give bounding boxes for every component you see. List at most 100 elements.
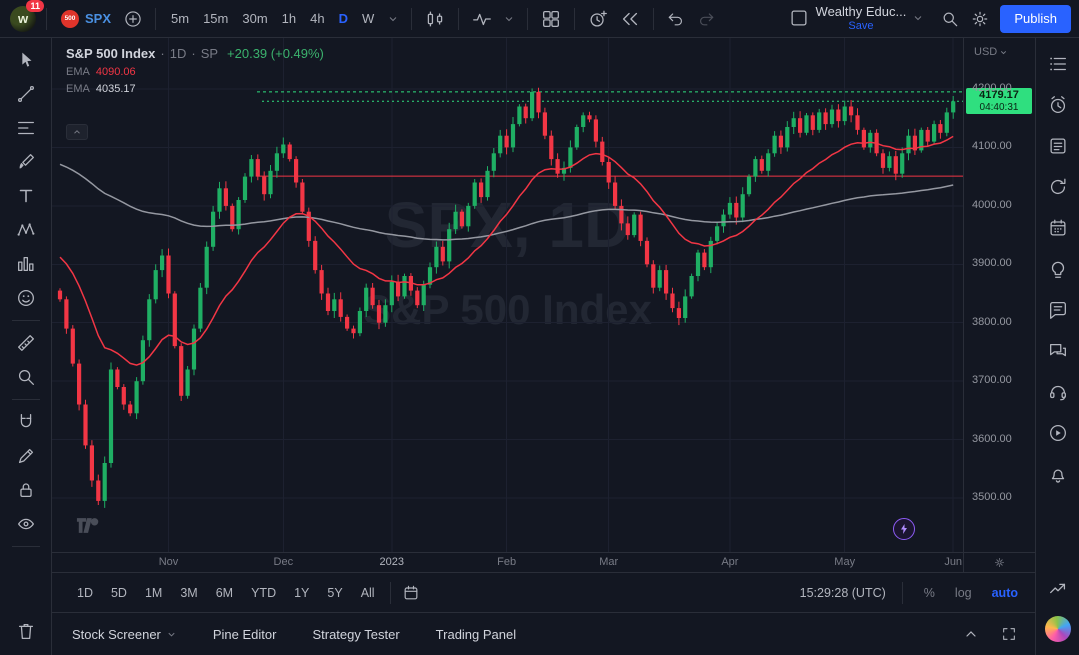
panel-tab-trading-panel[interactable]: Trading Panel — [436, 627, 516, 642]
publish-button[interactable]: Publish — [1000, 4, 1071, 33]
ema-fast-legend[interactable]: EMA 4090.06 — [66, 66, 324, 78]
templates-grid-icon — [540, 8, 562, 30]
brush-icon — [15, 151, 37, 173]
indicator-templates-button[interactable] — [536, 4, 566, 34]
sidebar-hotlists-button[interactable] — [1041, 171, 1075, 203]
log-scale-button[interactable]: log — [950, 583, 977, 603]
range-5D[interactable]: 5D — [102, 582, 136, 604]
chart-plot[interactable]: SPX, 1D S&P 500 Index S&P 500 Index · 1D… — [52, 38, 963, 552]
layout-menu[interactable]: Wealthy Educ... Save — [788, 4, 925, 32]
range-3M[interactable]: 3M — [171, 582, 206, 604]
percent-scale-button[interactable]: % — [919, 583, 940, 603]
sidebar-ai-button[interactable] — [1041, 613, 1075, 645]
panel-maximize-button[interactable] — [997, 622, 1021, 646]
tool-emoji[interactable] — [7, 282, 45, 314]
sidebar-conversations-button[interactable] — [1041, 335, 1075, 367]
compare-button[interactable] — [119, 5, 147, 33]
settings-button[interactable] — [966, 5, 994, 33]
timeframe-15m[interactable]: 15m — [196, 7, 235, 30]
symbol-search-button[interactable]: 500 SPX — [55, 9, 117, 28]
bar-replay-button[interactable] — [615, 4, 645, 34]
range-1Y[interactable]: 1Y — [285, 582, 318, 604]
legend-collapse-button[interactable] — [66, 124, 88, 140]
timeframe-5m[interactable]: 5m — [164, 7, 196, 30]
timeframe-30m[interactable]: 30m — [235, 7, 274, 30]
bottom-panel-tabs: Stock Screener Pine Editor Strategy Tester… — [72, 627, 516, 642]
sidebar-news-button[interactable] — [1041, 130, 1075, 162]
user-menu-button[interactable]: w 11 — [8, 0, 44, 34]
legend-symbol-title[interactable]: S&P 500 Index — [66, 46, 155, 61]
tool-cursor[interactable] — [7, 44, 45, 76]
panel-expand-button[interactable] — [959, 622, 983, 646]
clock-utc[interactable]: 15:29:28 (UTC) — [800, 586, 886, 600]
alert-clock-icon — [587, 8, 609, 30]
auto-scale-button[interactable]: auto — [987, 583, 1023, 603]
axis-settings-corner[interactable] — [963, 553, 1035, 572]
save-layout-button[interactable]: Save — [848, 20, 873, 32]
panel-tab-pine-editor[interactable]: Pine Editor — [213, 627, 277, 642]
range-1M[interactable]: 1M — [136, 582, 171, 604]
time-tick-Jun: Jun — [944, 556, 963, 568]
price-axis[interactable]: USD 4179.17 04:40:31 4200.00 4100.00 4000.… — [963, 38, 1035, 552]
notification-badge: 11 — [26, 0, 44, 12]
tool-eye[interactable] — [7, 508, 45, 540]
sidebar-markets-button[interactable] — [1041, 572, 1075, 604]
tool-trash[interactable] — [7, 615, 45, 647]
timeframe-4h[interactable]: 4h — [303, 7, 331, 30]
ema-slow-legend[interactable]: EMA 4035.17 — [66, 83, 324, 95]
create-alert-button[interactable] — [583, 4, 613, 34]
tradingview-watermark-logo — [76, 517, 102, 534]
timeframe-menu-button[interactable] — [383, 9, 403, 29]
indicators-button[interactable] — [467, 4, 497, 34]
range-5Y[interactable]: 5Y — [318, 582, 351, 604]
panel-tab-stock-screener[interactable]: Stock Screener — [72, 627, 177, 642]
tool-brush[interactable] — [7, 146, 45, 178]
sidebar-chat-button[interactable] — [1041, 294, 1075, 326]
chevron-up-icon — [963, 626, 979, 642]
quick-trade-flash-button[interactable] — [893, 518, 915, 540]
range-All[interactable]: All — [352, 582, 384, 604]
sidebar-support-button[interactable] — [1041, 376, 1075, 408]
sidebar-alerts-button[interactable] — [1041, 89, 1075, 121]
tool-fib-retracement[interactable] — [7, 112, 45, 144]
ema-slow-label: EMA — [66, 83, 90, 95]
sidebar-ideas-button[interactable] — [1041, 253, 1075, 285]
time-axis[interactable]: Nov Dec 2023 Feb Mar Apr May Jun — [52, 552, 1035, 572]
tool-forecast[interactable] — [7, 248, 45, 280]
panel-tab-strategy-tester[interactable]: Strategy Tester — [312, 627, 399, 642]
tool-measure[interactable] — [7, 327, 45, 359]
tool-lock[interactable] — [7, 474, 45, 506]
range-1D[interactable]: 1D — [68, 582, 102, 604]
tool-magnet[interactable] — [7, 406, 45, 438]
quick-search-button[interactable] — [936, 5, 964, 33]
time-tick-Mar: Mar — [599, 556, 619, 568]
goto-date-button[interactable] — [397, 579, 425, 607]
sidebar-calendar-button[interactable] — [1041, 212, 1075, 244]
chart-style-button[interactable] — [420, 4, 450, 34]
timeframe-W[interactable]: W — [355, 7, 381, 30]
range-6M[interactable]: 6M — [207, 582, 242, 604]
sidebar-notifications-button[interactable] — [1041, 458, 1075, 490]
text-icon — [15, 185, 37, 207]
xabcd-pattern-icon — [15, 219, 37, 241]
timeframe-1h[interactable]: 1h — [275, 7, 303, 30]
timeframe-D[interactable]: D — [332, 7, 355, 30]
tool-xabcd-pattern[interactable] — [7, 214, 45, 246]
range-YTD[interactable]: YTD — [242, 582, 285, 604]
indicators-menu-button[interactable] — [499, 9, 519, 29]
symbol-name: SPX — [85, 11, 112, 26]
tool-text[interactable] — [7, 180, 45, 212]
sidebar-watchlist-button[interactable] — [1041, 48, 1075, 80]
legend-interval[interactable]: 1D — [170, 46, 187, 61]
price-axis-currency[interactable]: USD — [974, 46, 1008, 58]
currency-label: USD — [974, 46, 998, 58]
support-icon — [1047, 381, 1069, 403]
tool-zoom[interactable] — [7, 361, 45, 393]
tool-trend-line[interactable] — [7, 78, 45, 110]
tool-draw[interactable] — [7, 440, 45, 472]
undo-button[interactable] — [662, 5, 690, 33]
layout-name-block: Wealthy Educ... Save — [816, 4, 907, 32]
ema-fast-value: 4090.06 — [95, 66, 136, 78]
sidebar-streams-button[interactable] — [1041, 417, 1075, 449]
redo-button[interactable] — [692, 5, 720, 33]
